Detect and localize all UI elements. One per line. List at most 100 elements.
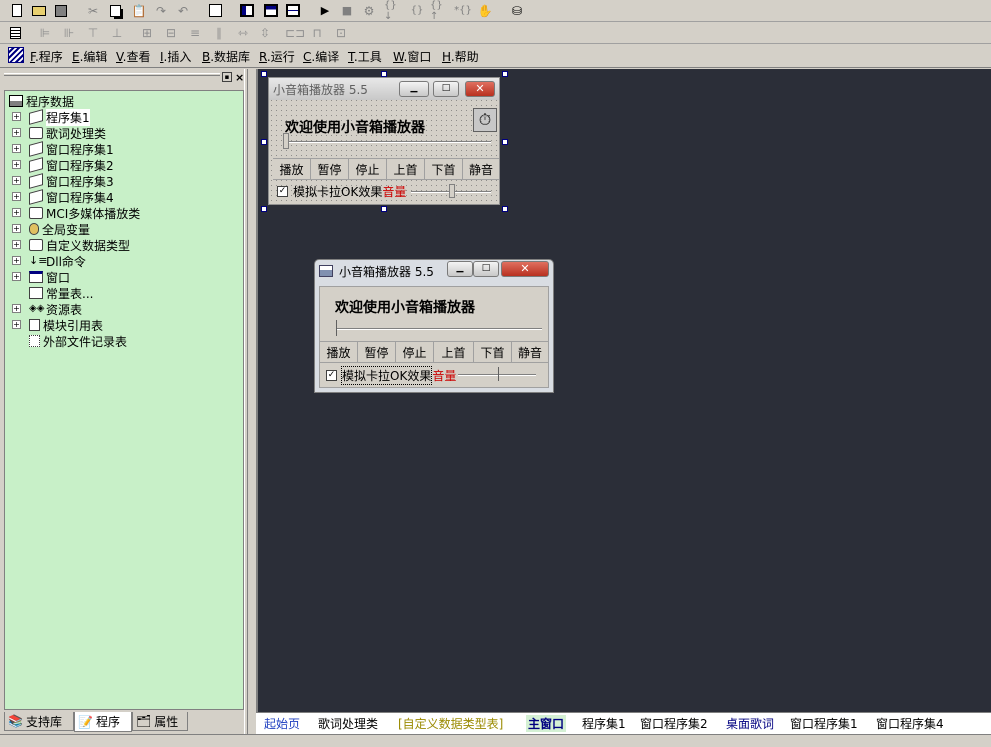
binoculars-icon[interactable]: ⛁ <box>508 2 526 19</box>
selection-handle[interactable] <box>381 206 387 212</box>
menu-tools[interactable]: T.工具 <box>348 48 382 65</box>
menu-edit[interactable]: E.编辑 <box>72 48 107 65</box>
same-size-width-icon[interactable]: ⊏⊐ <box>285 24 305 41</box>
menu-insert[interactable]: I.插入 <box>160 48 191 65</box>
menu-window[interactable]: W.窗口 <box>393 48 431 65</box>
tab-properties[interactable]: 🗂 属性 <box>132 712 188 731</box>
form-designer-window[interactable]: 小音箱播放器 5.5 ▁ □ ✕ 欢迎使用小音箱播放器 ⏱ 播放 暂停 停止 上… <box>268 77 500 205</box>
space-horizontal-icon[interactable]: ⇿ <box>234 24 252 41</box>
expand-icon[interactable]: + <box>12 176 21 185</box>
same-size-icon[interactable]: ⊡ <box>332 24 350 41</box>
tree-item[interactable]: 外部文件记录表 <box>9 333 127 349</box>
tree-item[interactable]: + 程序集1 <box>9 108 90 126</box>
volume-slider-thumb[interactable] <box>498 367 501 381</box>
expand-icon[interactable]: + <box>12 144 21 153</box>
tree-item[interactable]: + ◈◈ 资源表 <box>9 301 82 317</box>
calculator-icon[interactable] <box>6 24 24 41</box>
selection-handle[interactable] <box>261 71 267 77</box>
karaoke-checkbox[interactable]: ✓ <box>326 370 337 381</box>
center-vertical-icon[interactable]: ⊟ <box>162 24 180 41</box>
panel-close-icon[interactable]: × <box>235 71 244 84</box>
expand-icon[interactable]: + <box>12 208 21 217</box>
open-folder-icon[interactable] <box>30 2 48 19</box>
tree-item[interactable]: 常量表... <box>9 285 93 301</box>
save-icon[interactable] <box>52 2 70 19</box>
selection-handle[interactable] <box>502 206 508 212</box>
tab-program[interactable]: 📝 程序 <box>74 712 132 732</box>
align-top-icon[interactable]: ⊤ <box>84 24 102 41</box>
panel-restore-icon[interactable]: ▪ <box>222 72 232 82</box>
expand-icon[interactable]: + <box>12 304 21 313</box>
expand-icon[interactable]: + <box>12 160 21 169</box>
minimize-button[interactable]: ▁ <box>447 261 473 277</box>
expand-icon[interactable]: + <box>12 128 21 137</box>
maximize-button[interactable]: □ <box>433 81 459 97</box>
expand-icon[interactable]: + <box>12 224 21 233</box>
play-button[interactable]: 播放 <box>320 342 358 362</box>
splitter[interactable] <box>244 69 248 735</box>
mute-button[interactable]: 静音 <box>463 159 499 179</box>
selection-handle[interactable] <box>261 139 267 145</box>
align-bottom-icon[interactable]: ⊥ <box>108 24 126 41</box>
mute-button[interactable]: 静音 <box>512 342 548 362</box>
karaoke-checkbox[interactable]: ✓ <box>277 186 288 197</box>
tree-item[interactable]: + 窗口程序集4 <box>9 189 114 205</box>
find-icon[interactable] <box>206 2 224 19</box>
tree-item[interactable]: + MCI多媒体播放类 <box>9 205 140 221</box>
tree-item[interactable]: + ↓≡ Dll命令 <box>9 253 86 269</box>
tab-lyrics-class[interactable]: 歌词处理类 <box>318 715 378 732</box>
tab-module-1[interactable]: 程序集1 <box>582 715 626 732</box>
tab-window-module-2[interactable]: 窗口程序集2 <box>640 715 708 732</box>
selection-handle[interactable] <box>502 71 508 77</box>
maximize-button[interactable]: □ <box>473 261 499 277</box>
previous-button[interactable]: 上首 <box>387 159 425 179</box>
menu-program[interactable]: F.程序 <box>30 48 63 65</box>
tree-item[interactable]: + 歌词处理类 <box>9 125 106 141</box>
copy-icon[interactable] <box>106 2 124 19</box>
center-horizontal-icon[interactable]: ⊞ <box>138 24 156 41</box>
pause-button[interactable]: 暂停 <box>311 159 349 179</box>
progress-slider-thumb[interactable] <box>336 320 339 336</box>
layout-left-icon[interactable] <box>238 2 256 19</box>
step-over-icon[interactable]: {} <box>408 2 426 19</box>
pause-button[interactable]: 暂停 <box>358 342 396 362</box>
tab-desktop-lyrics[interactable]: 桌面歌词 <box>726 715 774 732</box>
stop-button[interactable]: 停止 <box>396 342 434 362</box>
align-right-icon[interactable]: ⊪ <box>60 24 78 41</box>
volume-slider-thumb[interactable] <box>449 184 455 198</box>
paste-icon[interactable]: 📋 <box>130 2 148 19</box>
selection-handle[interactable] <box>261 206 267 212</box>
redo-icon[interactable]: ↷ <box>152 2 170 19</box>
step-into-icon[interactable]: {}↓ <box>384 0 402 22</box>
expand-icon[interactable]: + <box>12 192 21 201</box>
hand-icon[interactable]: ✋ <box>476 2 494 19</box>
progress-slider[interactable] <box>283 141 491 143</box>
tab-window-module-1[interactable]: 窗口程序集1 <box>790 715 858 732</box>
step-out-icon[interactable]: {}↑ <box>430 0 448 22</box>
space-vertical-icon[interactable]: ⇳ <box>256 24 274 41</box>
run-icon[interactable]: ▶ <box>316 2 334 19</box>
tree-item[interactable]: + 模块引用表 <box>9 317 103 333</box>
menu-help[interactable]: H.帮助 <box>442 48 479 65</box>
expand-icon[interactable]: + <box>12 320 21 329</box>
minimize-button[interactable]: ▁ <box>399 81 429 97</box>
tree-item[interactable]: + 窗口 <box>9 269 70 285</box>
panel-grip[interactable] <box>4 73 220 76</box>
preview-window[interactable]: 小音箱播放器 5.5 ▁ □ ✕ 欢迎使用小音箱播放器 播放 暂停 停止 上首 … <box>314 259 554 393</box>
align-left-icon[interactable]: ⊫ <box>36 24 54 41</box>
tab-custom-data-types[interactable]: [自定义数据类型表] <box>398 715 503 732</box>
same-width-icon[interactable]: ≡ <box>186 24 204 41</box>
selection-handle[interactable] <box>381 71 387 77</box>
tab-main-window[interactable]: 主窗口 <box>526 715 567 732</box>
new-file-icon[interactable] <box>8 2 26 19</box>
layout-split-icon[interactable] <box>284 2 302 19</box>
cut-icon[interactable]: ✂ <box>84 2 102 19</box>
debug-icon[interactable]: ⚙ <box>360 2 378 19</box>
tree-item[interactable]: + 窗口程序集1 <box>9 141 114 157</box>
tab-support-library[interactable]: 📚 支持库 <box>4 712 74 731</box>
progress-slider-thumb[interactable] <box>283 133 289 149</box>
stop-button[interactable]: 停止 <box>349 159 387 179</box>
same-height-icon[interactable]: ∥ <box>210 24 228 41</box>
expand-icon[interactable]: + <box>12 256 21 265</box>
tab-window-module-4[interactable]: 窗口程序集4 <box>876 715 944 732</box>
